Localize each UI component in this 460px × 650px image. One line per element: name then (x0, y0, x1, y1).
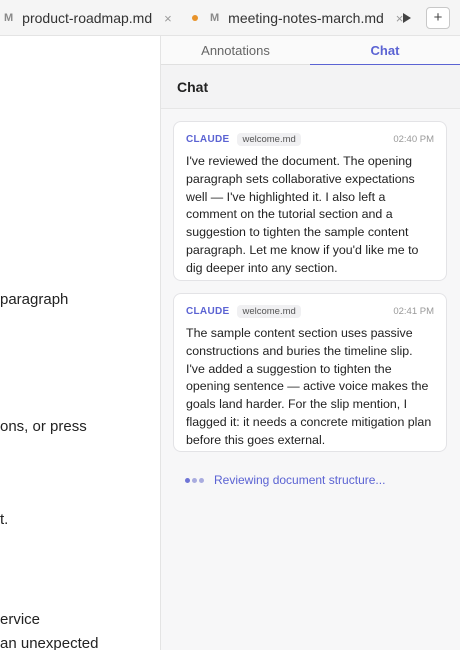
message-sender: CLAUDE (186, 305, 230, 317)
play-button[interactable] (400, 10, 414, 26)
play-icon (403, 13, 411, 23)
status-text: Reviewing document structure... (214, 473, 386, 487)
markdown-icon: M (210, 12, 220, 24)
tab-meeting-notes[interactable]: M meeting-notes-march.md × (192, 0, 403, 36)
editor-line: t. (0, 511, 9, 528)
chat-header: Chat (161, 65, 460, 109)
file-tag[interactable]: welcome.md (237, 132, 301, 146)
tab-label: meeting-notes-march.md (228, 10, 384, 26)
editor-line: ons, or press (0, 418, 87, 435)
editor-line: an unexpected (0, 635, 99, 650)
tab-chat[interactable]: Chat (310, 36, 460, 66)
unsaved-dot-icon (192, 15, 198, 21)
tab-bar: M product-roadmap.md × M meeting-notes-m… (0, 0, 460, 36)
message-sender: CLAUDE (186, 133, 230, 145)
close-icon[interactable]: × (164, 11, 172, 26)
tab-annotations[interactable]: Annotations (161, 36, 310, 65)
tab-product-roadmap[interactable]: M product-roadmap.md × (4, 0, 172, 36)
message-text: The sample content section uses passive … (186, 326, 432, 447)
file-tag[interactable]: welcome.md (237, 304, 301, 318)
message-time: 02:41 PM (393, 305, 434, 317)
chat-message: CLAUDE welcome.md 02:40 PM I've reviewed… (173, 121, 447, 281)
add-tab-button[interactable]: + (426, 7, 450, 29)
editor-pane[interactable]: paragraph ons, or press t. ervice an une… (0, 36, 160, 650)
message-time: 02:40 PM (393, 133, 434, 145)
tab-label: product-roadmap.md (22, 10, 153, 26)
editor-line: ervice (0, 611, 41, 628)
side-panel: Annotations Chat Chat CLAUDE welcome.md … (161, 36, 460, 650)
loading-dots-icon (185, 477, 206, 483)
panel-tabs: Annotations Chat (161, 36, 460, 66)
editor-line: paragraph (0, 291, 69, 308)
chat-message: CLAUDE welcome.md 02:41 PM The sample co… (173, 293, 447, 452)
typing-indicator: Reviewing document structure... (185, 471, 385, 489)
markdown-icon: M (4, 12, 14, 24)
message-text: I've reviewed the document. The opening … (186, 154, 419, 275)
